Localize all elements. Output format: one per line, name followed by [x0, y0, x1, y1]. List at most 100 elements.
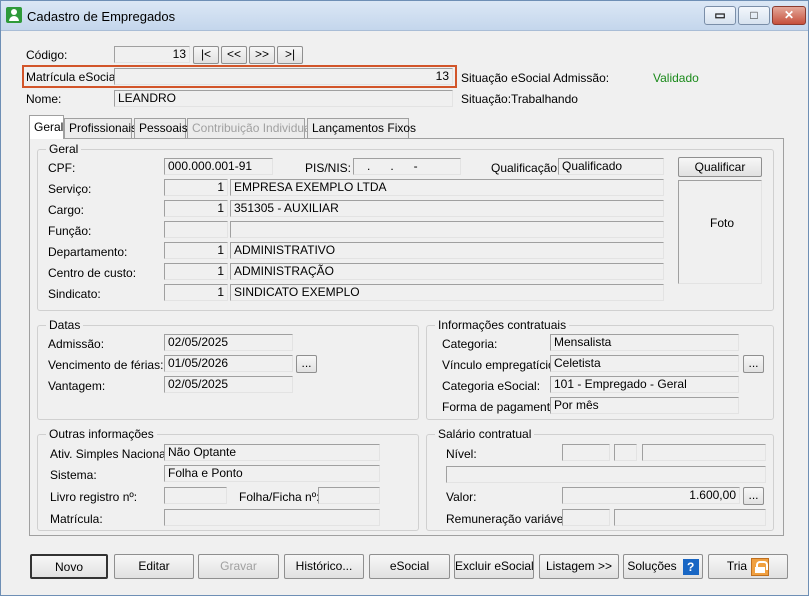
tab-pessoais[interactable]: Pessoais	[134, 118, 188, 138]
departamento-code-field[interactable]: 1	[164, 242, 228, 259]
funcao-code-field[interactable]	[164, 221, 228, 238]
servico-label: Serviço:	[48, 182, 92, 196]
pis-field[interactable]: . . -	[353, 158, 461, 175]
cargo-desc-field: 351305 - AUXILIAR	[230, 200, 664, 217]
funcao-desc-field	[230, 221, 664, 238]
excluir-esocial-button[interactable]: Excluir eSocial	[454, 554, 534, 579]
historico-button[interactable]: Histórico...	[284, 554, 364, 579]
solucoes-label: Soluções	[627, 559, 677, 573]
nivel-desc-field	[446, 466, 766, 483]
vinculo-label: Vínculo empregatício:	[442, 358, 559, 372]
ferias-field[interactable]: 01/05/2026	[164, 355, 293, 372]
sistema-field[interactable]: Folha e Ponto	[164, 465, 380, 482]
codigo-label: Código:	[26, 48, 68, 62]
remuneracao-field-1[interactable]	[562, 509, 610, 526]
solucoes-button[interactable]: Soluções?	[623, 554, 703, 579]
window-title: Cadastro de Empregados	[27, 9, 176, 24]
categoria-field[interactable]: Mensalista	[550, 334, 739, 351]
nivel-field-2[interactable]	[614, 444, 637, 461]
tria-label: Tria	[726, 559, 748, 573]
tria-button[interactable]: Tria	[708, 554, 788, 579]
servico-code-field[interactable]: 1	[164, 179, 228, 196]
cargo-code-field[interactable]: 1	[164, 200, 228, 217]
categoria-label: Categoria:	[442, 337, 498, 351]
valor-ellipsis-button[interactable]: ...	[743, 487, 764, 505]
vinculo-ellipsis-button[interactable]: ...	[743, 355, 764, 373]
folha-ficha-label: Folha/Ficha nº:	[239, 490, 320, 504]
departamento-label: Departamento:	[48, 245, 128, 259]
maximize-button[interactable]: □	[738, 6, 770, 25]
nav-next-button[interactable]: >>	[249, 46, 275, 64]
minimize-button[interactable]: ▭	[704, 6, 736, 25]
tab-geral[interactable]: Geral	[29, 115, 64, 139]
forma-pagamento-field[interactable]: Por mês	[550, 397, 739, 414]
remuneracao-variavel-label: Remuneração variável:	[446, 512, 570, 526]
matricula-field[interactable]	[164, 509, 380, 526]
admissao-field[interactable]: 02/05/2025	[164, 334, 293, 351]
matricula-label: Matrícula:	[50, 512, 103, 526]
editar-button[interactable]: Editar	[114, 554, 194, 579]
remuneracao-field-2	[614, 509, 766, 526]
gravar-button[interactable]: Gravar	[198, 554, 279, 579]
centro-custo-desc-field: ADMINISTRAÇÃO	[230, 263, 664, 280]
ferias-label: Vencimento de férias:	[48, 358, 164, 372]
listagem-button[interactable]: Listagem >>	[539, 554, 619, 579]
vantagem-label: Vantagem:	[48, 379, 106, 393]
title-bar: Cadastro de Empregados ▭ □ ✕	[1, 1, 808, 31]
valor-field[interactable]: 1.600,00	[562, 487, 740, 504]
cpf-field[interactable]: 000.000.001-91	[164, 158, 273, 175]
vantagem-field[interactable]: 02/05/2025	[164, 376, 293, 393]
livro-registro-label: Livro registro nº:	[50, 490, 138, 504]
sindicato-code-field[interactable]: 1	[164, 284, 228, 301]
nome-field[interactable]: LEANDRO	[114, 90, 453, 107]
tab-contribuicao-individual[interactable]: Contribuição Individual	[187, 118, 313, 138]
funcao-label: Função:	[48, 224, 92, 238]
close-button[interactable]: ✕	[772, 6, 806, 25]
pis-label: PIS/NIS:	[305, 161, 352, 175]
categoria-esocial-field[interactable]: 101 - Empregado - Geral	[550, 376, 739, 393]
sindicato-label: Sindicato:	[48, 287, 101, 301]
centro-custo-code-field[interactable]: 1	[164, 263, 228, 280]
main-window: Cadastro de Empregados ▭ □ ✕ Código: 13 …	[0, 0, 809, 596]
foto-box[interactable]: Foto	[678, 180, 762, 284]
folha-ficha-field[interactable]	[318, 487, 380, 504]
nivel-field-3	[642, 444, 766, 461]
sistema-label: Sistema:	[50, 468, 97, 482]
tab-profissionais[interactable]: Profissionais	[64, 118, 137, 138]
tab-lancamentos-fixos[interactable]: Lançamentos Fixos	[307, 118, 416, 138]
servico-desc-field: EMPRESA EXEMPLO LTDA	[230, 179, 664, 196]
qualificar-button[interactable]: Qualificar	[678, 157, 762, 177]
situacao-label: Situação:	[461, 92, 512, 106]
forma-pagamento-label: Forma de pagamento:	[442, 400, 561, 414]
nivel-label: Nível:	[446, 447, 477, 461]
simples-nacional-label: Ativ. Simples Nacional:	[50, 447, 172, 461]
matricula-esocial-field[interactable]: 13	[114, 68, 453, 85]
nav-last-button[interactable]: >|	[277, 46, 303, 64]
qualificacao-label: Qualificação:	[491, 161, 561, 175]
nav-first-button[interactable]: |<	[193, 46, 219, 64]
esocial-button[interactable]: eSocial	[369, 554, 450, 579]
livro-registro-field[interactable]	[164, 487, 227, 504]
codigo-field[interactable]: 13	[114, 46, 190, 63]
qualificacao-field[interactable]: Qualificado	[558, 158, 664, 175]
novo-button[interactable]: Novo	[30, 554, 108, 579]
outras-group-title: Outras informações	[46, 427, 157, 441]
salario-group-title: Salário contratual	[435, 427, 535, 441]
sindicato-desc-field: SINDICATO EXEMPLO	[230, 284, 664, 301]
simples-nacional-field[interactable]: Não Optante	[164, 444, 380, 461]
nome-label: Nome:	[26, 92, 62, 106]
vinculo-field[interactable]: Celetista	[550, 355, 739, 372]
geral-group-title: Geral	[46, 142, 82, 156]
contratuais-group-title: Informações contratuais	[435, 318, 570, 332]
nav-prev-button[interactable]: <<	[221, 46, 247, 64]
cpf-label: CPF:	[48, 161, 76, 175]
ferias-ellipsis-button[interactable]: ...	[296, 355, 317, 373]
datas-group-title: Datas	[46, 318, 84, 332]
maximize-icon: □	[750, 8, 758, 22]
close-icon: ✕	[783, 8, 795, 22]
centro-custo-label: Centro de custo:	[48, 266, 137, 280]
admissao-label: Admissão:	[48, 337, 105, 351]
situacao-esocial-value: Validado	[653, 71, 699, 85]
situacao-esocial-label: Situação eSocial Admissão:	[461, 71, 610, 85]
nivel-field-1[interactable]	[562, 444, 610, 461]
